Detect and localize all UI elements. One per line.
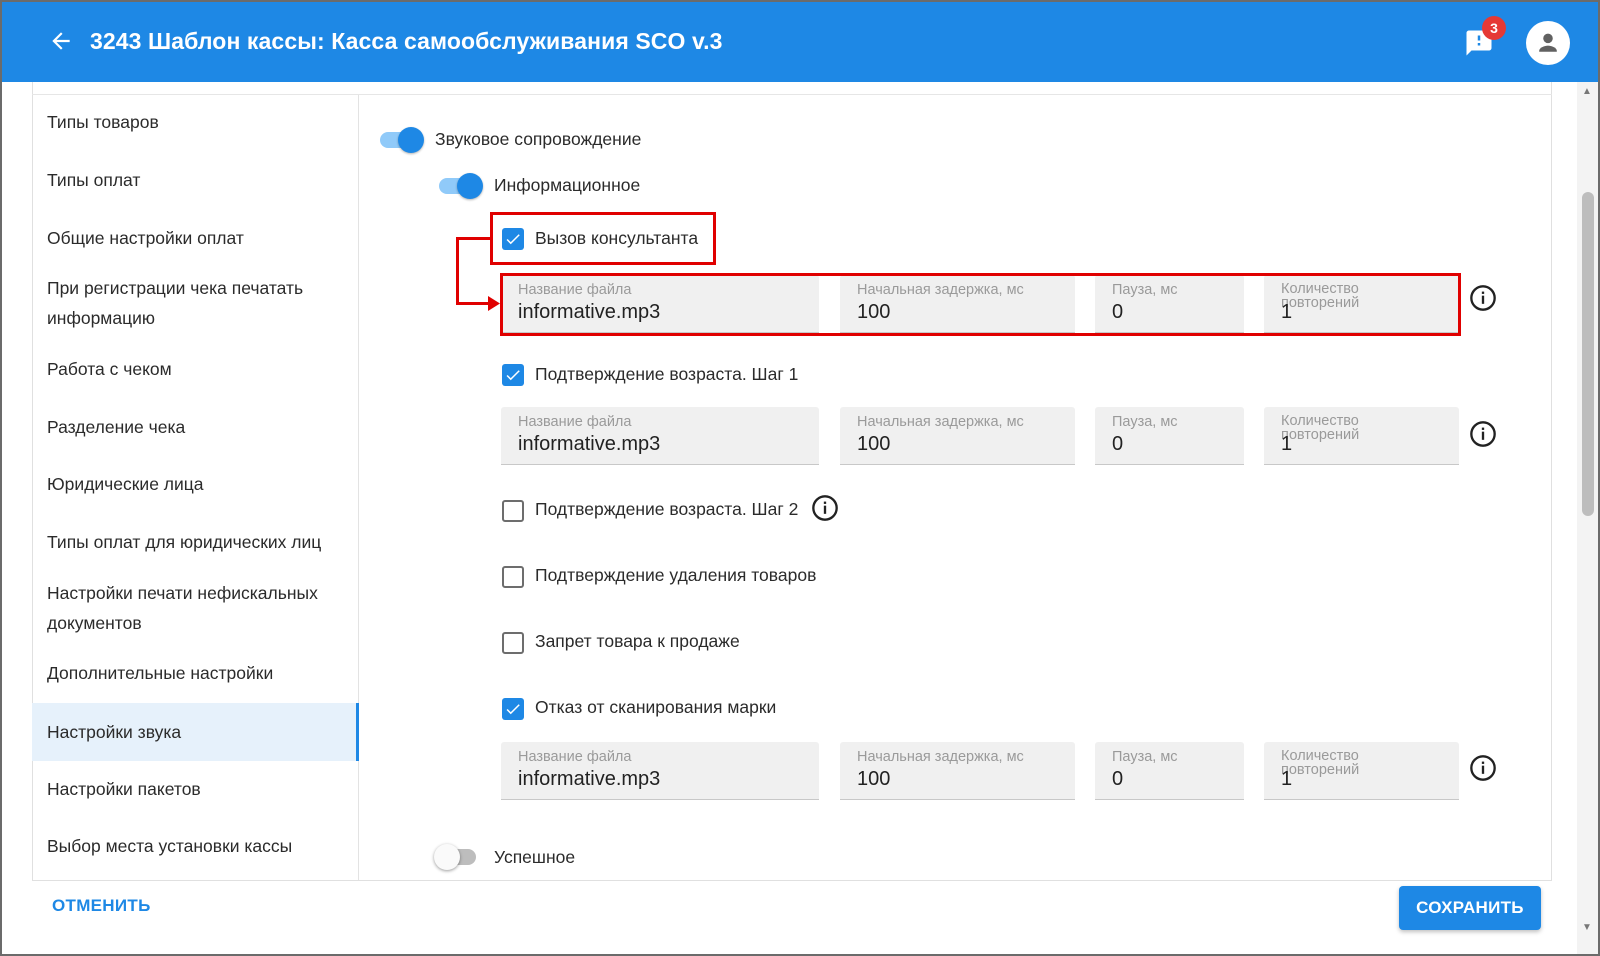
sidebar-item-label: Разделение чека [47, 417, 186, 437]
sidebar-item-label: При регистрации чека печатать информацию [47, 278, 304, 328]
save-button[interactable]: СОХРАНИТЬ [1399, 886, 1541, 930]
sidebar-item-product-types[interactable]: Типы товаров [32, 107, 359, 137]
sidebar-item-label: Выбор места установки кассы [47, 836, 293, 856]
checkbox-age-step1[interactable] [502, 364, 524, 386]
file-name-field[interactable]: Название файла [501, 742, 819, 800]
sidebar-item-receipt-print[interactable]: При регистрации чека печатать информацию [32, 273, 332, 333]
info-icon[interactable] [1469, 754, 1497, 782]
sidebar-item-install-location[interactable]: Выбор места установки кассы [32, 831, 359, 861]
annotation-connector [456, 237, 459, 305]
pause-field[interactable]: Пауза, мс [1095, 742, 1244, 800]
notification-badge: 3 [1482, 16, 1506, 40]
repeats-field[interactable]: Количество повторений [1264, 742, 1459, 800]
pause-input[interactable] [1112, 768, 1231, 791]
field-label: Пауза, мс [1112, 414, 1178, 430]
sidebar-item-payment-types[interactable]: Типы оплат [32, 165, 359, 195]
sidebar-item-label: Дополнительные настройки [47, 663, 274, 683]
checkbox-sale-ban[interactable] [502, 632, 524, 654]
option-label: Отказ от сканирования марки [535, 697, 777, 717]
option-label: Подтверждение удаления товаров [535, 565, 817, 585]
informational-toggle-label: Информационное [494, 175, 641, 195]
delay-field[interactable]: Начальная задержка, мс [840, 742, 1075, 800]
sidebar-item-label: Типы товаров [47, 112, 159, 132]
sidebar-item-sound[interactable]: Настройки звука [32, 703, 359, 761]
delay-input[interactable] [857, 433, 1062, 456]
success-toggle[interactable] [434, 843, 480, 870]
sidebar-item-label: Работа с чеком [47, 359, 172, 379]
dialog-footer [32, 880, 1552, 954]
sidebar-item-additional[interactable]: Дополнительные настройки [32, 658, 359, 688]
field-label: Начальная задержка, мс [857, 414, 1024, 430]
checkbox-age-step2[interactable] [502, 500, 524, 522]
arrow-head-icon [488, 296, 500, 311]
sidebar-item-label: Настройки пакетов [47, 779, 201, 799]
sidebar-item-legal-payment-types[interactable]: Типы оплат для юридических лиц [32, 527, 359, 557]
sound-toggle-label: Звуковое сопровождение [435, 129, 642, 149]
sidebar-item-bags[interactable]: Настройки пакетов [32, 774, 359, 804]
file-name-input[interactable] [518, 433, 806, 456]
informational-toggle[interactable] [437, 172, 483, 199]
highlight-fields [500, 273, 1461, 336]
annotation-connector [456, 302, 492, 305]
scroll-down-icon[interactable]: ▼ [1582, 922, 1592, 933]
sidebar-item-label: Общие настройки оплат [47, 228, 244, 248]
field-label: Название файла [518, 749, 632, 765]
field-label: Название файла [518, 414, 632, 430]
option-label: Подтверждение возраста. Шаг 2 [535, 499, 799, 519]
checkbox-mark-scan-refusal[interactable] [502, 698, 524, 720]
file-name-field[interactable]: Название файла [501, 407, 819, 465]
scrollbar-thumb[interactable] [1582, 192, 1594, 516]
info-icon[interactable] [1469, 284, 1497, 312]
sidebar-item-receipt-work[interactable]: Работа с чеком [32, 354, 359, 384]
sidebar-item-nonfiscal-print[interactable]: Настройки печати нефискальных документов [32, 578, 342, 638]
pause-field[interactable]: Пауза, мс [1095, 407, 1244, 465]
scroll-up-icon[interactable]: ▲ [1582, 86, 1592, 97]
app-window: 3243 Шаблон кассы: Касса самообслуживани… [0, 0, 1600, 956]
settings-sidebar: Типы товаров Типы оплат Общие настройки … [32, 95, 359, 899]
repeats-input[interactable] [1281, 433, 1446, 456]
back-arrow-icon[interactable] [48, 28, 74, 54]
sidebar-item-label: Настройки звука [47, 722, 182, 742]
avatar[interactable] [1526, 21, 1570, 65]
cancel-button[interactable]: ОТМЕНИТЬ [52, 896, 151, 916]
app-bar: 3243 Шаблон кассы: Касса самообслуживани… [2, 2, 1598, 82]
check-icon [506, 704, 520, 715]
file-name-input[interactable] [518, 768, 806, 791]
checkbox-delete-confirm[interactable] [502, 566, 524, 588]
info-icon[interactable] [1469, 420, 1497, 448]
sidebar-item-legal-entities[interactable]: Юридические лица [32, 469, 359, 499]
option-label: Запрет товара к продаже [535, 631, 740, 651]
delay-input[interactable] [857, 768, 1062, 791]
repeats-input[interactable] [1281, 768, 1446, 791]
sidebar-item-label: Настройки печати нефискальных документов [47, 583, 318, 633]
option-label: Подтверждение возраста. Шаг 1 [535, 364, 799, 384]
info-icon[interactable] [811, 494, 839, 522]
sound-toggle[interactable] [378, 126, 424, 153]
account-icon [1539, 33, 1557, 52]
annotation-connector [456, 237, 492, 240]
sidebar-item-payment-settings[interactable]: Общие настройки оплат [32, 223, 359, 253]
sidebar-item-receipt-split[interactable]: Разделение чека [32, 412, 359, 442]
delay-field[interactable]: Начальная задержка, мс [840, 407, 1075, 465]
page-title: 3243 Шаблон кассы: Касса самообслуживани… [90, 28, 723, 54]
sidebar-item-label: Типы оплат для юридических лиц [47, 532, 322, 552]
check-icon [506, 370, 520, 381]
pause-input[interactable] [1112, 433, 1231, 456]
sidebar-item-label: Юридические лица [47, 474, 204, 494]
field-label: Пауза, мс [1112, 749, 1178, 765]
success-toggle-label: Успешное [494, 847, 576, 867]
highlight-checkbox [490, 212, 716, 265]
repeats-field[interactable]: Количество повторений [1264, 407, 1459, 465]
sidebar-item-label: Типы оплат [47, 170, 141, 190]
field-label: Начальная задержка, мс [857, 749, 1024, 765]
